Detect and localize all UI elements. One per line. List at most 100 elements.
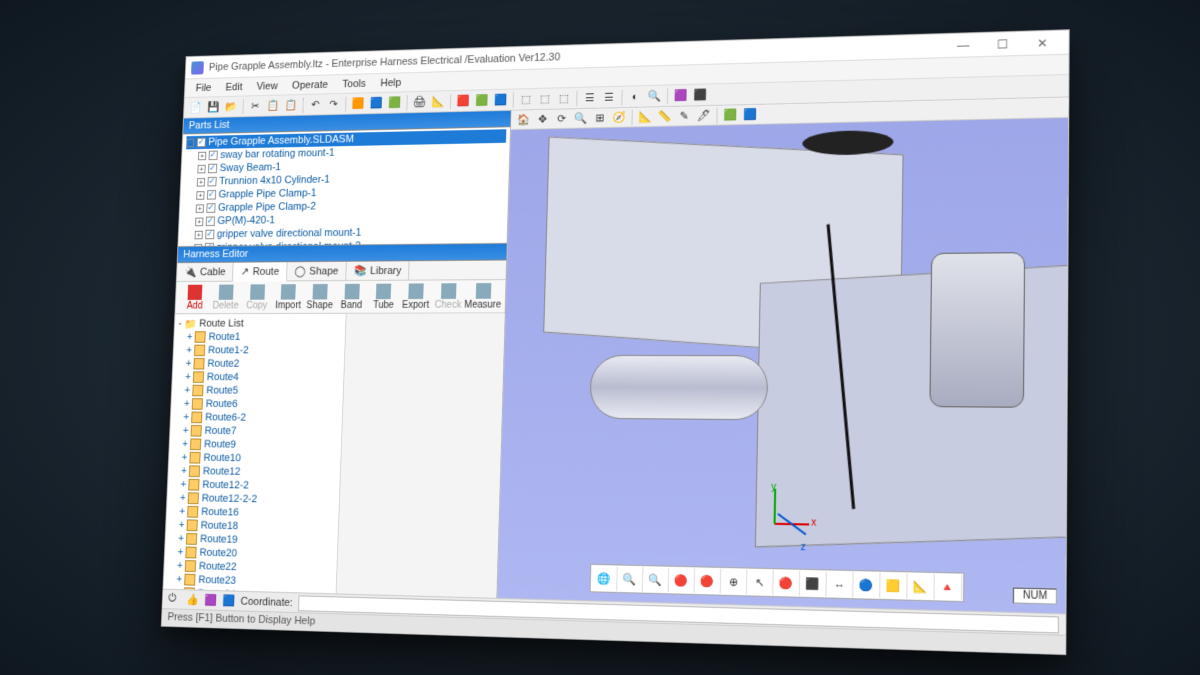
view-button-5[interactable]: ⊕: [721, 568, 748, 593]
toolbar-button-29[interactable]: ◐: [626, 87, 644, 105]
menu-file[interactable]: File: [188, 79, 218, 95]
tree-expander-icon[interactable]: +: [196, 203, 204, 212]
tab-route[interactable]: ↗Route: [233, 262, 287, 281]
view-button-1[interactable]: 🔍: [617, 566, 643, 591]
route-item[interactable]: +Route2: [176, 357, 340, 371]
viewport-tool-0[interactable]: 🏠: [515, 110, 533, 128]
tree-expander-icon[interactable]: +: [177, 546, 183, 558]
close-button[interactable]: ✕: [1022, 30, 1062, 53]
tree-checkbox[interactable]: [206, 216, 215, 226]
shape-button[interactable]: Shape: [304, 281, 337, 312]
toolbar-button-12[interactable]: 🟦: [368, 94, 385, 112]
viewport-tool-7[interactable]: 📐: [636, 107, 654, 125]
tree-checkbox[interactable]: [207, 190, 216, 200]
toolbar-button-1[interactable]: 💾: [205, 98, 222, 115]
route-tree[interactable]: - 📁 Route List+Route1+Route1-2+Route2+Ro…: [163, 313, 346, 593]
toolbar-button-9[interactable]: ↷: [325, 95, 342, 112]
maximize-button[interactable]: ☐: [983, 32, 1023, 55]
menu-view[interactable]: View: [249, 78, 285, 94]
toolbar-button-18[interactable]: 🟥: [455, 92, 472, 110]
viewport-tool-3[interactable]: 🔍: [572, 109, 590, 127]
toolbar-button-16[interactable]: 📐: [429, 92, 446, 110]
minimize-button[interactable]: —: [944, 33, 983, 56]
menu-help[interactable]: Help: [373, 74, 409, 90]
tree-expander-icon[interactable]: +: [183, 424, 189, 436]
tree-expander-icon[interactable]: +: [176, 573, 182, 585]
3d-viewport[interactable]: 🏠✥⟳🔍⊞🧭📐📏✎🖊🟩🟦 x y z 🌐🔍🔍🔴🔴⊕↖🔴⬛↔🔵🟨📐🔺 NUM: [497, 97, 1068, 613]
status-icon-1[interactable]: ⏻: [168, 592, 181, 606]
tree-checkbox[interactable]: [197, 137, 206, 147]
tree-expander-icon[interactable]: +: [184, 384, 190, 396]
tree-expander-icon[interactable]: +: [198, 151, 206, 160]
viewport-tool-5[interactable]: 🧭: [610, 108, 628, 126]
menu-tools[interactable]: Tools: [335, 75, 374, 91]
tab-cable[interactable]: 🔌Cable: [177, 262, 234, 280]
tree-expander-icon[interactable]: +: [183, 411, 189, 423]
measure-button[interactable]: Measure: [464, 280, 502, 311]
tree-checkbox[interactable]: [207, 176, 216, 186]
view-button-2[interactable]: 🔍: [643, 567, 669, 592]
view-button-9[interactable]: ↔: [826, 571, 853, 597]
toolbar-button-19[interactable]: 🟩: [473, 91, 490, 109]
tree-expander-icon[interactable]: +: [197, 164, 205, 173]
export-button[interactable]: Export: [399, 280, 432, 311]
toolbar-button-13[interactable]: 🟩: [386, 93, 403, 111]
status-icon-4[interactable]: 🟦: [222, 593, 235, 607]
tree-expander-icon[interactable]: +: [178, 519, 184, 531]
view-button-0[interactable]: 🌐: [592, 565, 618, 590]
viewport-tool-8[interactable]: 📏: [656, 107, 674, 125]
tree-expander-icon[interactable]: +: [186, 344, 192, 355]
view-button-3[interactable]: 🔴: [669, 567, 695, 592]
tree-expander-icon[interactable]: +: [185, 358, 191, 369]
toolbar-button-4[interactable]: ✂: [247, 97, 264, 114]
toolbar-button-8[interactable]: ↶: [307, 95, 324, 112]
tree-expander-icon[interactable]: -: [178, 318, 182, 329]
route-item[interactable]: +Route4: [176, 370, 340, 384]
viewport-tool-12[interactable]: 🟩: [721, 105, 739, 123]
toolbar-button-11[interactable]: 🟧: [350, 94, 367, 112]
tree-expander-icon[interactable]: +: [179, 505, 185, 517]
toolbar-button-2[interactable]: 📂: [223, 98, 240, 115]
tree-expander-icon[interactable]: -: [186, 138, 194, 147]
route-item[interactable]: +Route6: [175, 397, 339, 412]
viewport-tool-2[interactable]: ⟳: [553, 109, 571, 127]
route-item[interactable]: +Route9: [173, 437, 338, 452]
route-list-root[interactable]: - 📁 Route List: [178, 316, 342, 330]
tree-expander-icon[interactable]: +: [178, 532, 184, 544]
tree-expander-icon[interactable]: +: [180, 478, 186, 490]
tab-library[interactable]: 📚Library: [346, 261, 410, 280]
tree-expander-icon[interactable]: +: [195, 217, 203, 226]
route-item[interactable]: +Route6-2: [174, 410, 338, 425]
tree-checkbox[interactable]: [206, 203, 215, 213]
status-icon-3[interactable]: 🟪: [204, 593, 217, 607]
tree-expander-icon[interactable]: +: [181, 465, 187, 477]
tree-expander-icon[interactable]: +: [187, 331, 193, 342]
toolbar-button-27[interactable]: ☰: [600, 88, 618, 106]
tree-expander-icon[interactable]: +: [195, 230, 203, 239]
tree-expander-icon[interactable]: +: [197, 177, 205, 186]
tree-checkbox[interactable]: [209, 150, 218, 160]
tree-expander-icon[interactable]: +: [182, 438, 188, 450]
viewport-tool-13[interactable]: 🟦: [741, 105, 759, 123]
tree-expander-icon[interactable]: +: [184, 398, 190, 410]
3d-scene[interactable]: x y z: [497, 117, 1068, 612]
status-icon-2[interactable]: 👍: [186, 592, 199, 606]
toolbar-button-23[interactable]: ⬚: [536, 89, 554, 107]
toolbar-button-32[interactable]: 🟪: [672, 86, 690, 104]
viewport-tool-4[interactable]: ⊞: [591, 108, 609, 126]
route-item[interactable]: +Route7: [174, 423, 339, 438]
tree-expander-icon[interactable]: +: [185, 371, 191, 382]
toolbar-button-20[interactable]: 🟦: [492, 91, 509, 109]
tree-checkbox[interactable]: [208, 163, 217, 173]
tree-expander-icon[interactable]: +: [196, 190, 204, 199]
viewport-tool-9[interactable]: ✎: [675, 106, 693, 124]
toolbar-button-0[interactable]: 📄: [187, 98, 204, 115]
tree-expander-icon[interactable]: +: [177, 559, 183, 571]
toolbar-button-30[interactable]: 🔍: [645, 87, 663, 105]
tube-button[interactable]: Tube: [367, 281, 400, 312]
route-item[interactable]: +Route1: [178, 330, 342, 344]
menu-edit[interactable]: Edit: [218, 79, 250, 95]
view-button-11[interactable]: 🟨: [880, 572, 907, 598]
tab-shape[interactable]: ◯Shape: [287, 261, 347, 280]
view-button-10[interactable]: 🔵: [853, 572, 880, 598]
